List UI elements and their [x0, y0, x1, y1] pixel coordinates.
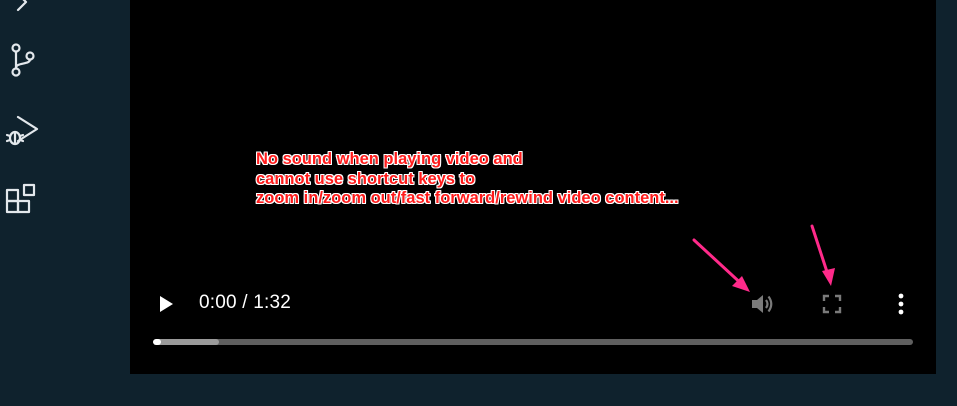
volume-icon: [752, 295, 773, 313]
time-display: 0:00 / 1:32: [199, 292, 291, 313]
play-button[interactable]: [150, 290, 182, 318]
more-options-button[interactable]: [888, 288, 914, 320]
extensions-icon[interactable]: [0, 178, 44, 222]
source-control-icon[interactable]: [0, 38, 44, 82]
run-debug-icon[interactable]: [0, 108, 44, 152]
video-player[interactable]: No sound when playing video and cannot u…: [130, 0, 936, 374]
bug-annotation-text: No sound when playing video and cannot u…: [256, 150, 679, 207]
play-icon: [160, 296, 173, 312]
fullscreen-button[interactable]: [816, 288, 848, 320]
fullscreen-icon: [822, 294, 842, 314]
buffered-bar: [153, 339, 220, 345]
progress-bar[interactable]: [153, 339, 913, 345]
chevron-right-icon[interactable]: [0, 0, 44, 24]
volume-button[interactable]: [746, 288, 780, 320]
played-bar: [153, 339, 161, 345]
more-options-icon: [898, 293, 904, 315]
activity-bar: [0, 0, 48, 406]
